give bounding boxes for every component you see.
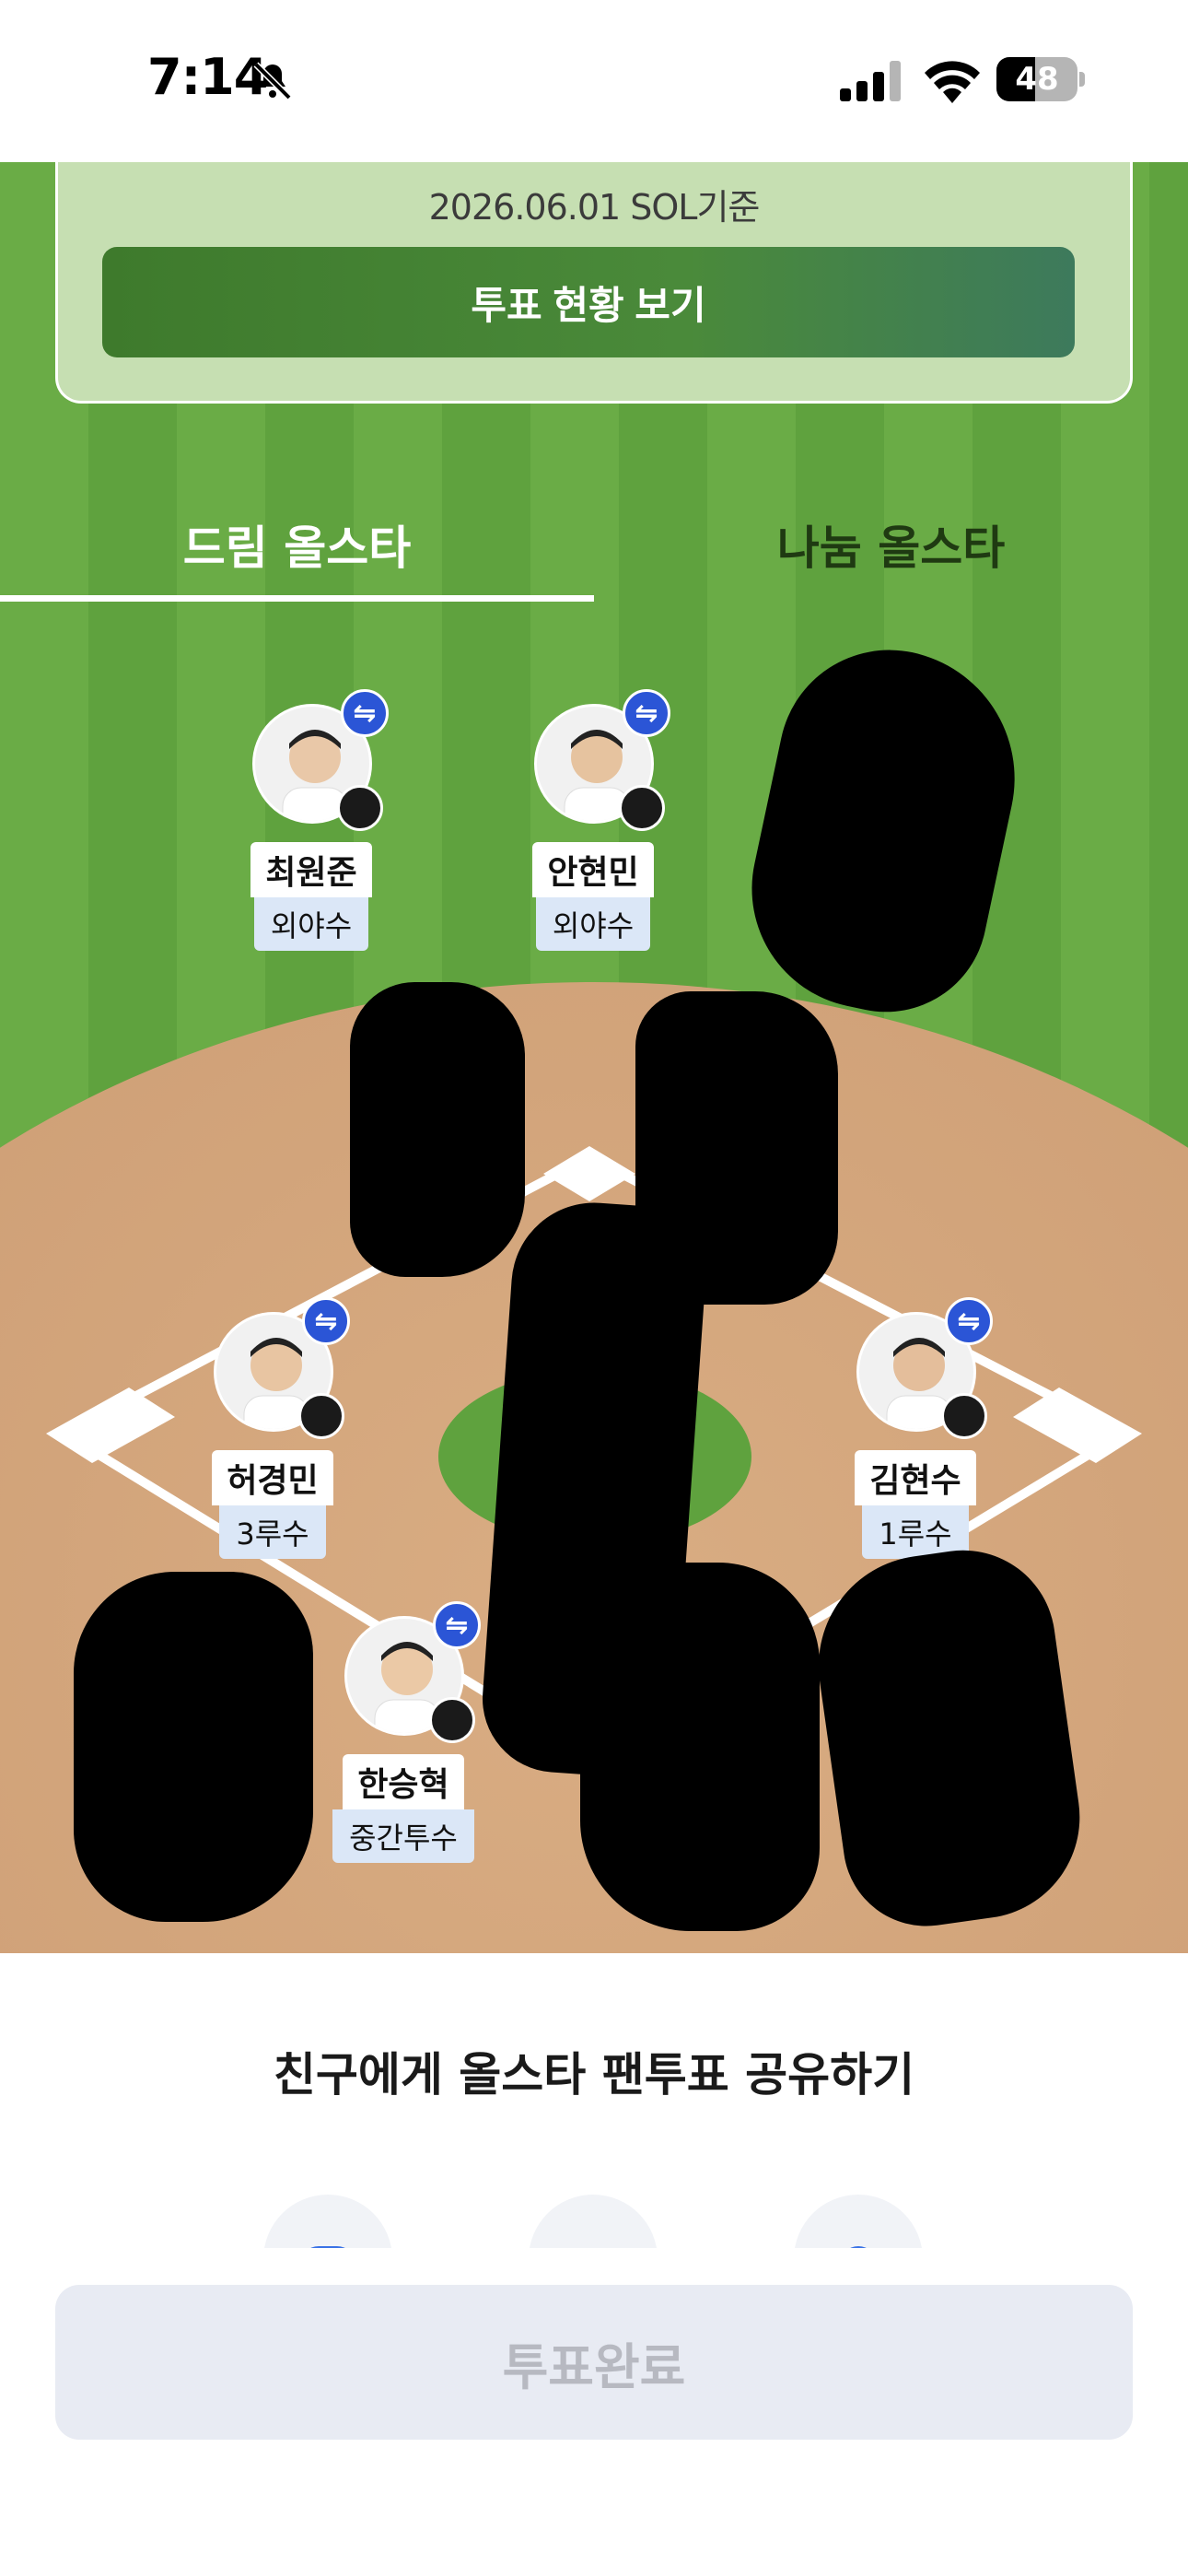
team-logo-icon (337, 785, 383, 831)
swap-player-icon[interactable]: ⇋ (341, 689, 389, 737)
share-option-button[interactable] (529, 2195, 658, 2248)
swap-player-icon[interactable]: ⇋ (623, 689, 670, 737)
allstar-tabs: 드림 올스타 나눔 올스타 (0, 485, 1188, 604)
active-tab-indicator (0, 595, 594, 602)
team-logo-icon (619, 785, 665, 831)
team-logo-icon (298, 1393, 344, 1439)
swap-player-icon[interactable]: ⇋ (433, 1601, 481, 1649)
vote-info-card: 2026.06.01 SOL기준 투표 현황 보기 (55, 162, 1133, 404)
redacted-area (74, 1572, 313, 1922)
team-logo-icon (941, 1393, 987, 1439)
wifi-icon (925, 61, 980, 103)
player-position: 외야수 (535, 897, 651, 951)
standard-date-text: 2026.06.01 SOL기준 (428, 187, 761, 228)
share-option-button[interactable] (263, 2195, 392, 2248)
vote-complete-button[interactable]: 투표완료 (55, 2285, 1133, 2440)
share-options (0, 2193, 1188, 2248)
share-option-button[interactable] (794, 2195, 923, 2248)
share-title: 친구에게 올스타 팬투표 공유하기 (273, 2048, 915, 2102)
player-name: 허경민 (212, 1450, 333, 1505)
swap-player-icon[interactable]: ⇋ (302, 1297, 350, 1345)
view-vote-status-button[interactable]: 투표 현황 보기 (102, 247, 1075, 357)
battery-icon: 48 (996, 57, 1085, 101)
tab-nanum-allstar[interactable]: 나눔 올스타 (594, 485, 1188, 604)
player-position: 외야수 (253, 897, 369, 951)
swap-player-icon[interactable]: ⇋ (945, 1297, 993, 1345)
player-name: 최원준 (250, 842, 372, 897)
cellular-signal-icon (840, 61, 901, 101)
player-name: 김현수 (855, 1450, 976, 1505)
baseball-field: 2026.06.01 SOL기준 투표 현황 보기 드림 올스타 나눔 올스타 … (0, 162, 1188, 1953)
redacted-area (350, 982, 525, 1277)
tab-dream-allstar[interactable]: 드림 올스타 (0, 485, 594, 604)
redacted-area (580, 1563, 820, 1931)
player-name: 한승혁 (343, 1754, 464, 1809)
player-name: 안현민 (532, 842, 654, 897)
battery-percent: 48 (1015, 61, 1059, 98)
team-logo-icon (429, 1697, 475, 1743)
player-position: 3루수 (219, 1505, 326, 1559)
status-bar: 7:14 48 (0, 0, 1188, 162)
status-time: 7:14 (147, 48, 268, 106)
player-position: 중간투수 (332, 1809, 474, 1863)
bell-slash-icon (253, 62, 292, 100)
